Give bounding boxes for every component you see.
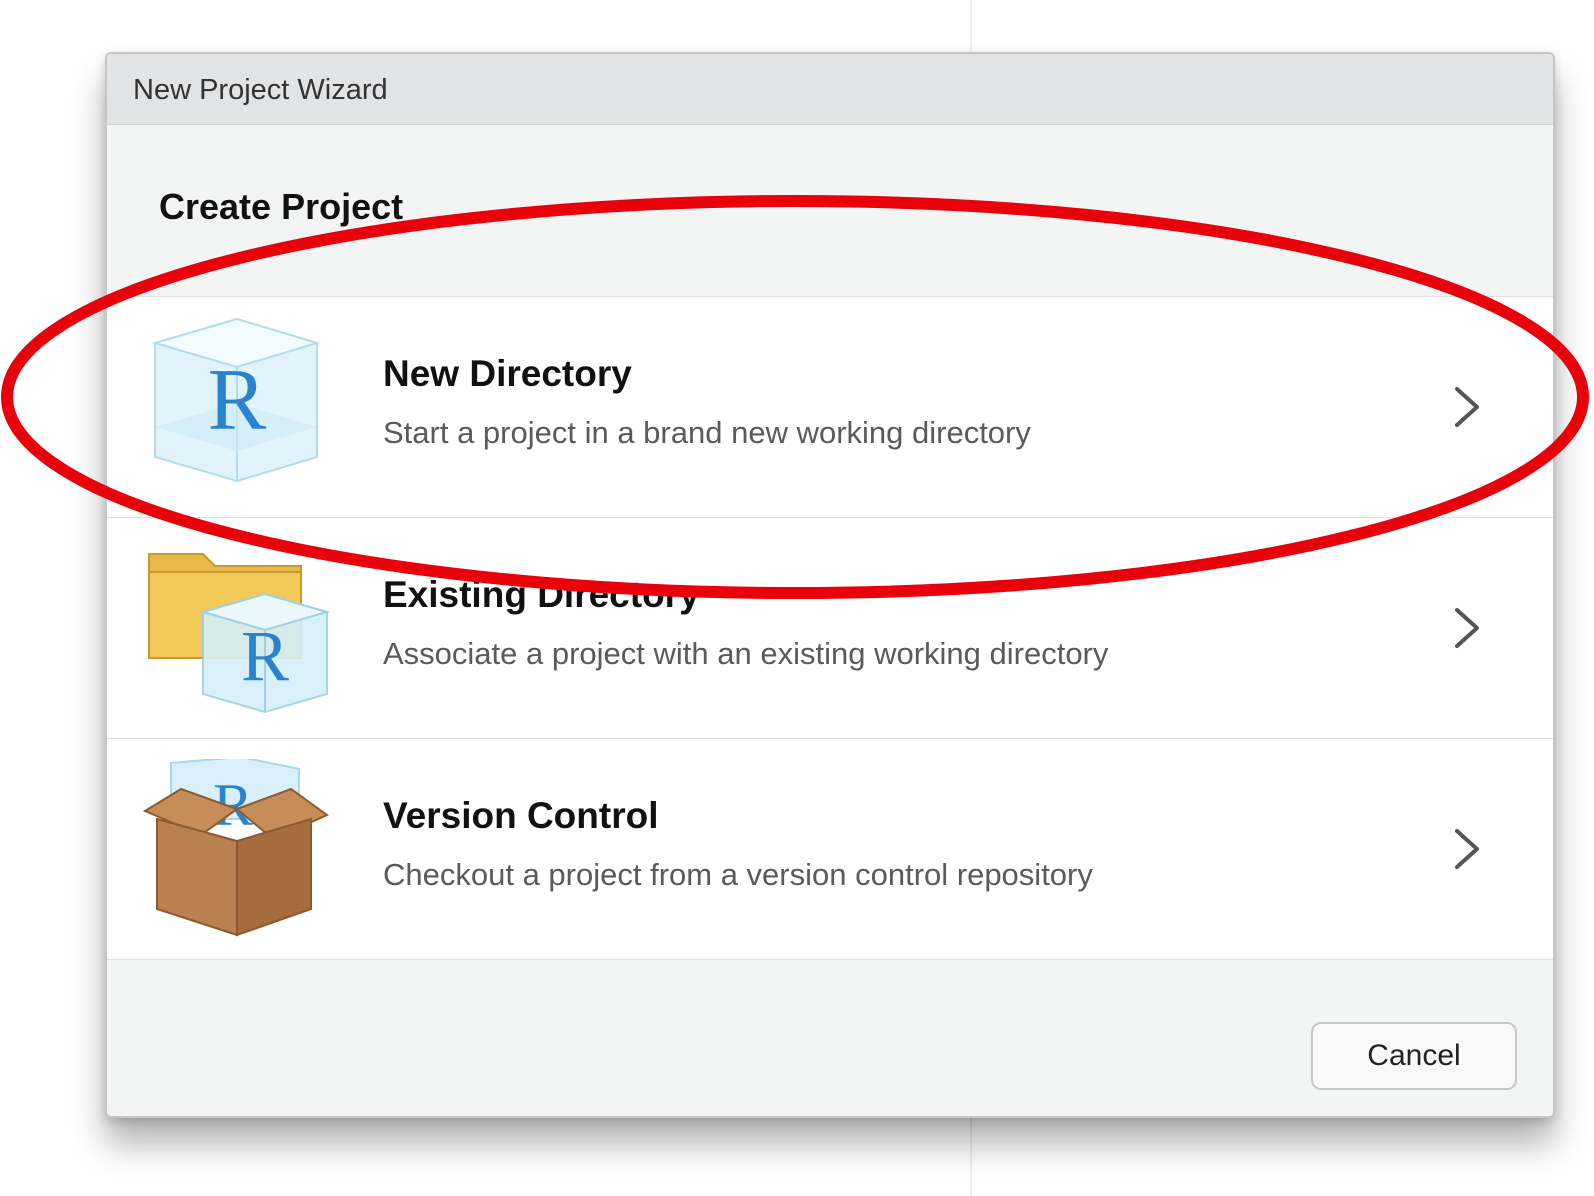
section-title: Create Project xyxy=(159,186,404,227)
option-description: Checkout a project from a version contro… xyxy=(383,857,1093,892)
option-title: New Directory xyxy=(383,353,632,394)
option-existing-directory[interactable]: R Existing Directory Associate a project… xyxy=(107,518,1553,739)
option-new-directory[interactable]: R New Directory Start a project in a bra… xyxy=(107,297,1553,518)
cancel-button[interactable]: Cancel xyxy=(1311,1022,1517,1090)
option-description: Start a project in a brand new working d… xyxy=(383,415,1031,450)
chevron-right-icon xyxy=(1455,608,1479,648)
r-cube-icon: R xyxy=(151,317,321,483)
option-description: Associate a project with an existing wor… xyxy=(383,636,1109,671)
chevron-right-icon xyxy=(1455,387,1479,427)
chevron-right-icon xyxy=(1455,829,1479,869)
page: New Project Wizard Create Project R New … xyxy=(0,0,1594,1196)
folder-r-cube-icon: R xyxy=(148,553,331,714)
option-version-control[interactable]: R Version Control Checkout a project fro… xyxy=(107,739,1553,960)
option-title: Version Control xyxy=(383,795,659,836)
dialog-title: New Project Wizard xyxy=(133,74,388,106)
project-options-list: R New Directory Start a project in a bra… xyxy=(107,296,1553,960)
box-r-icon: R xyxy=(142,759,329,937)
dialog-titlebar: New Project Wizard xyxy=(107,54,1553,125)
option-title: Existing Directory xyxy=(383,574,700,615)
new-project-wizard-dialog: New Project Wizard Create Project R New … xyxy=(105,52,1555,1118)
r-letter: R xyxy=(208,352,267,449)
r-letter: R xyxy=(241,616,289,696)
